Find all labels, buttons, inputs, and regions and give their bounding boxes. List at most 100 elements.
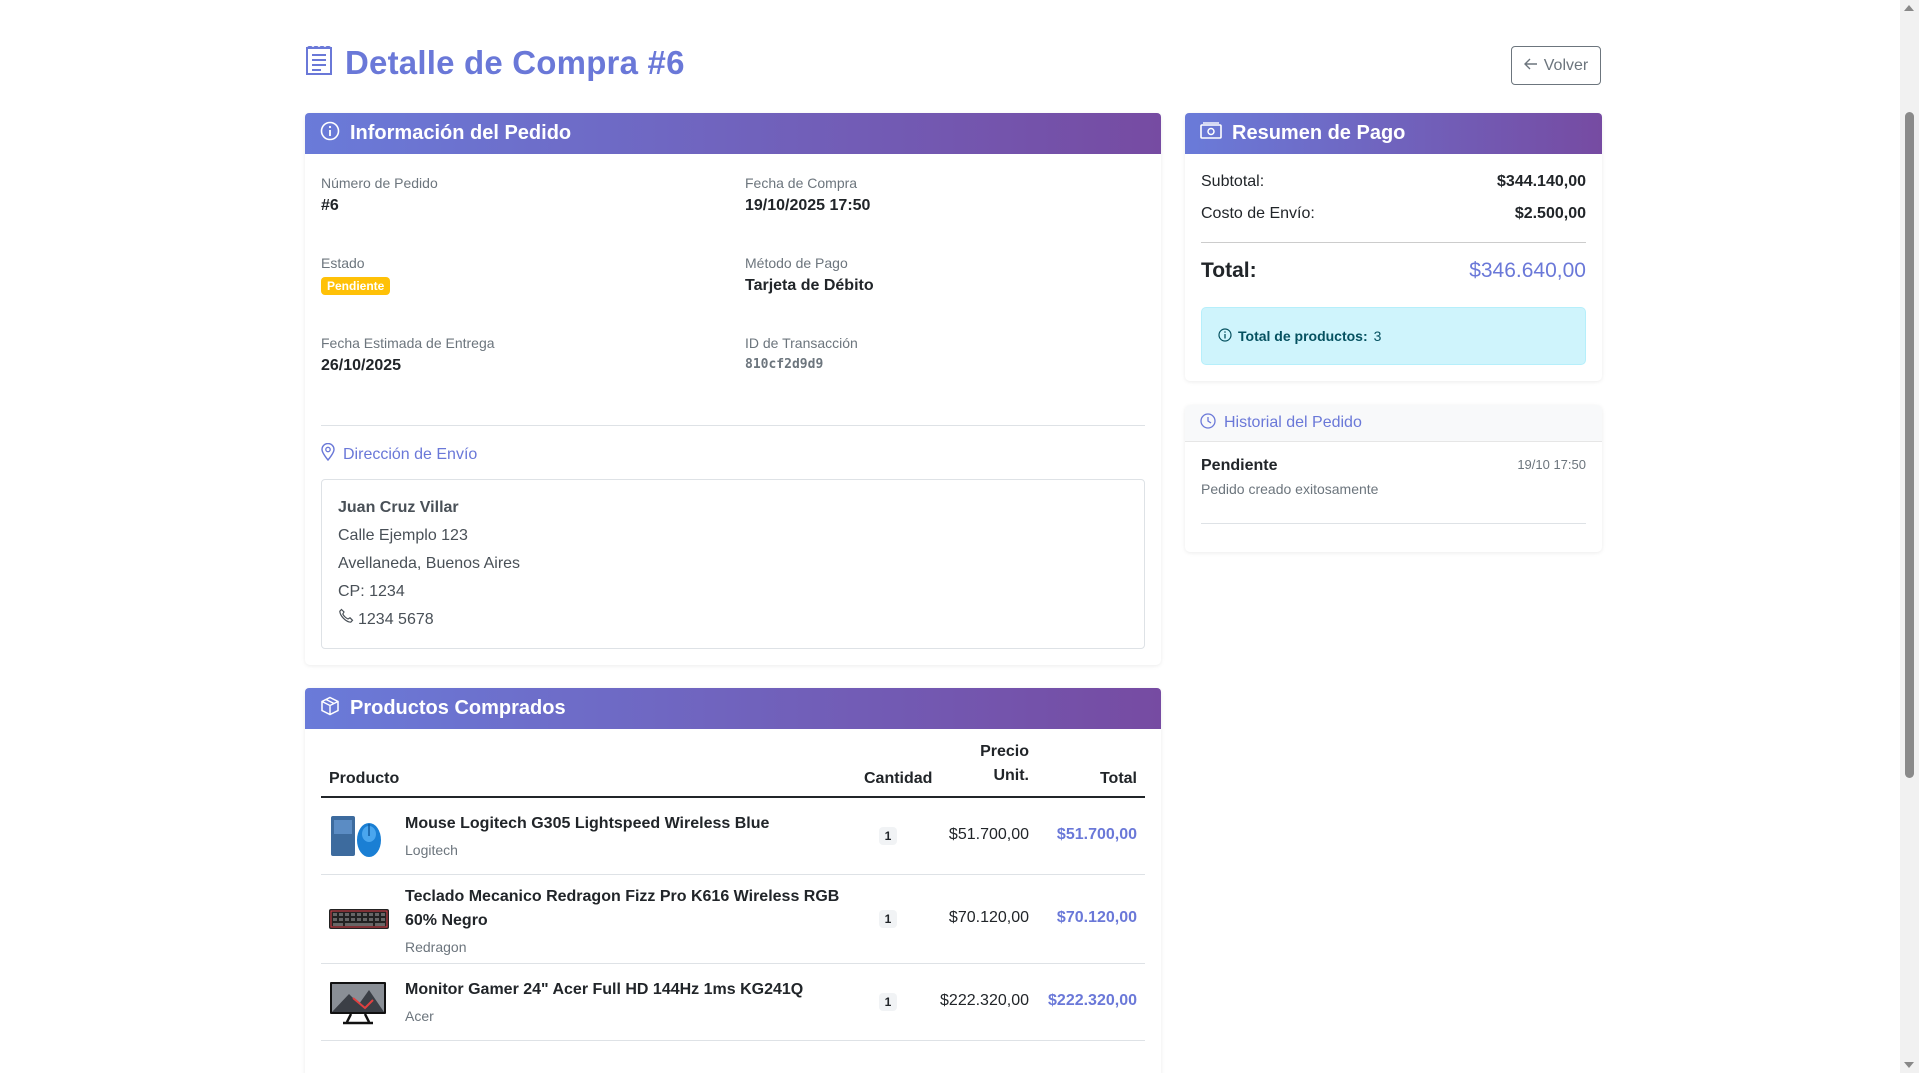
shipping-label: Costo de Envío: [1201, 205, 1315, 222]
order-history-card: Historial del Pedido Pendiente 19/10 17:… [1185, 405, 1602, 552]
unit-price: $51.700,00 [948, 826, 1029, 843]
geo-pin-icon [321, 442, 335, 466]
payment-method-value: Tarjeta de Débito [745, 277, 874, 294]
col-product: Producto [329, 770, 400, 787]
purchase-date-field: Fecha de Compra 19/10/2025 17:50 [745, 175, 870, 215]
table-header: Producto Cantidad Precio Unit. Total [321, 743, 1145, 798]
payment-method-label: Método de Pago [745, 255, 848, 271]
delivery-date-value: 26/10/2025 [321, 357, 402, 374]
status-label: Estado [321, 255, 365, 271]
products-table: Producto Cantidad Precio Unit. Total Mou… [321, 743, 1145, 1041]
product-name-cell: Mouse Logitech G305 Lightspeed Wireless … [405, 812, 769, 862]
history-description: Pedido creado exitosamente [1201, 481, 1379, 497]
delivery-date-label: Fecha Estimada de Entrega [321, 335, 495, 351]
products-title: Productos Comprados [350, 697, 566, 719]
clock-icon [1200, 412, 1216, 434]
scroll-down-arrow-icon[interactable] [1904, 1062, 1914, 1068]
unit-price: $222.320,00 [940, 992, 1029, 1009]
status-field: Estado Pendiente [321, 255, 391, 295]
purchase-date-value: 19/10/2025 17:50 [745, 197, 871, 214]
col-qty: Cantidad [864, 770, 933, 787]
unit-price: $70.120,00 [948, 909, 1029, 926]
line-total: $70.120,00 [1056, 909, 1137, 926]
back-button-label: Volver [1543, 56, 1589, 74]
shipping-value: $2.500,00 [1514, 205, 1586, 222]
product-name[interactable]: Monitor Gamer 24" Acer Full HD 144Hz 1ms… [405, 978, 803, 1002]
product-name-line1: Teclado Mecanico Redragon Fizz Pro K616 … [405, 888, 840, 905]
line-total: $222.320,00 [1048, 992, 1137, 1009]
line-total: $51.700,00 [1056, 826, 1137, 843]
scrollbar[interactable] [1900, 0, 1919, 1073]
product-image [329, 907, 389, 936]
total-label: Total: [1201, 259, 1257, 282]
col-total: Total [1099, 770, 1137, 787]
transaction-id-field: ID de Transacción 810cf2d9d9 [745, 335, 858, 372]
phone-icon [338, 606, 354, 634]
divider [321, 425, 1145, 426]
order-number-field: Número de Pedido #6 [321, 175, 438, 215]
address-street: Calle Ejemplo 123 [338, 527, 468, 544]
table-row: Mouse Logitech G305 Lightspeed Wireless … [321, 798, 1145, 875]
product-name-cell: Teclado Mecanico Redragon Fizz Pro K616 … [405, 885, 839, 959]
transaction-id-value: 810cf2d9d9 [745, 357, 824, 372]
total-value: $346.640,00 [1469, 259, 1586, 282]
delivery-date-field: Fecha Estimada de Entrega 26/10/2025 [321, 335, 495, 375]
payment-method-field: Método de Pago Tarjeta de Débito [745, 255, 874, 295]
quantity-badge: 1 [879, 910, 897, 928]
address-name: Juan Cruz Villar [338, 499, 459, 516]
product-brand: Redragon [405, 939, 467, 955]
order-info-card: Información del Pedido Número de Pedido … [305, 113, 1161, 665]
order-info-header: Información del Pedido [305, 113, 1161, 154]
order-number-label: Número de Pedido [321, 175, 438, 191]
product-name[interactable]: Mouse Logitech G305 Lightspeed Wireless … [405, 812, 769, 836]
address-phone: 1234 5678 [358, 611, 434, 628]
table-row: Monitor Gamer 24" Acer Full HD 144Hz 1ms… [321, 964, 1145, 1041]
product-name[interactable]: Teclado Mecanico Redragon Fizz Pro K616 … [405, 885, 839, 933]
quantity-badge: 1 [879, 993, 897, 1011]
address-title: Dirección de Envío [321, 442, 477, 466]
product-name-cell: Monitor Gamer 24" Acer Full HD 144Hz 1ms… [405, 978, 803, 1028]
page-header: Detalle de Compra #6 [305, 44, 685, 82]
products-header: Productos Comprados [305, 688, 1161, 729]
cash-icon [1200, 121, 1222, 146]
col-unit-price-line2: Unit. [993, 767, 1029, 784]
address-phone-row: 1234 5678 [338, 606, 1128, 634]
scroll-up-arrow-icon[interactable] [1904, 5, 1914, 11]
order-history-title: Historial del Pedido [1224, 414, 1362, 431]
product-brand: Logitech [405, 842, 458, 858]
info-circle-icon [1218, 327, 1232, 345]
product-brand: Acer [405, 1008, 434, 1024]
payment-summary-card: Resumen de Pago Subtotal: $344.140,00 Co… [1185, 113, 1602, 381]
info-circle-icon [320, 121, 340, 147]
address-city: Avellaneda, Buenos Aires [338, 555, 521, 572]
receipt-icon [305, 44, 333, 81]
page: Detalle de Compra #6 Volver Información … [0, 0, 1900, 1073]
divider [1201, 242, 1586, 243]
box-icon [320, 696, 340, 722]
address-box: Juan Cruz Villar Calle Ejemplo 123 Avell… [321, 479, 1145, 649]
table-row: Teclado Mecanico Redragon Fizz Pro K616 … [321, 875, 1145, 964]
total-row: Total: $346.640,00 [1201, 259, 1586, 283]
address-zip: CP: 1234 [338, 583, 405, 600]
quantity-badge: 1 [879, 827, 897, 845]
subtotal-row: Subtotal: $344.140,00 [1201, 173, 1586, 191]
purchase-date-label: Fecha de Compra [745, 175, 858, 191]
arrow-left-icon [1523, 57, 1538, 75]
page-title: Detalle de Compra #6 [345, 44, 685, 81]
order-number-value: #6 [321, 197, 339, 214]
shipping-row: Costo de Envío: $2.500,00 [1201, 205, 1586, 223]
product-name-line2: 60% Negro [405, 912, 488, 929]
history-item: Pendiente 19/10 17:50 Pedido creado exit… [1201, 457, 1586, 524]
products-card: Productos Comprados Producto Cantidad Pr… [305, 688, 1161, 1073]
order-info-title: Información del Pedido [350, 122, 572, 144]
transaction-id-label: ID de Transacción [745, 335, 858, 351]
scrollbar-thumb[interactable] [1905, 112, 1914, 778]
history-date: 19/10 17:50 [1517, 457, 1586, 472]
product-image [329, 980, 387, 1031]
back-button[interactable]: Volver [1511, 46, 1601, 85]
product-image [329, 812, 387, 865]
payment-summary-header: Resumen de Pago [1185, 113, 1602, 154]
order-history-header: Historial del Pedido [1185, 405, 1602, 442]
col-unit-price: Precio Unit. [980, 740, 1029, 788]
subtotal-value: $344.140,00 [1497, 173, 1586, 190]
